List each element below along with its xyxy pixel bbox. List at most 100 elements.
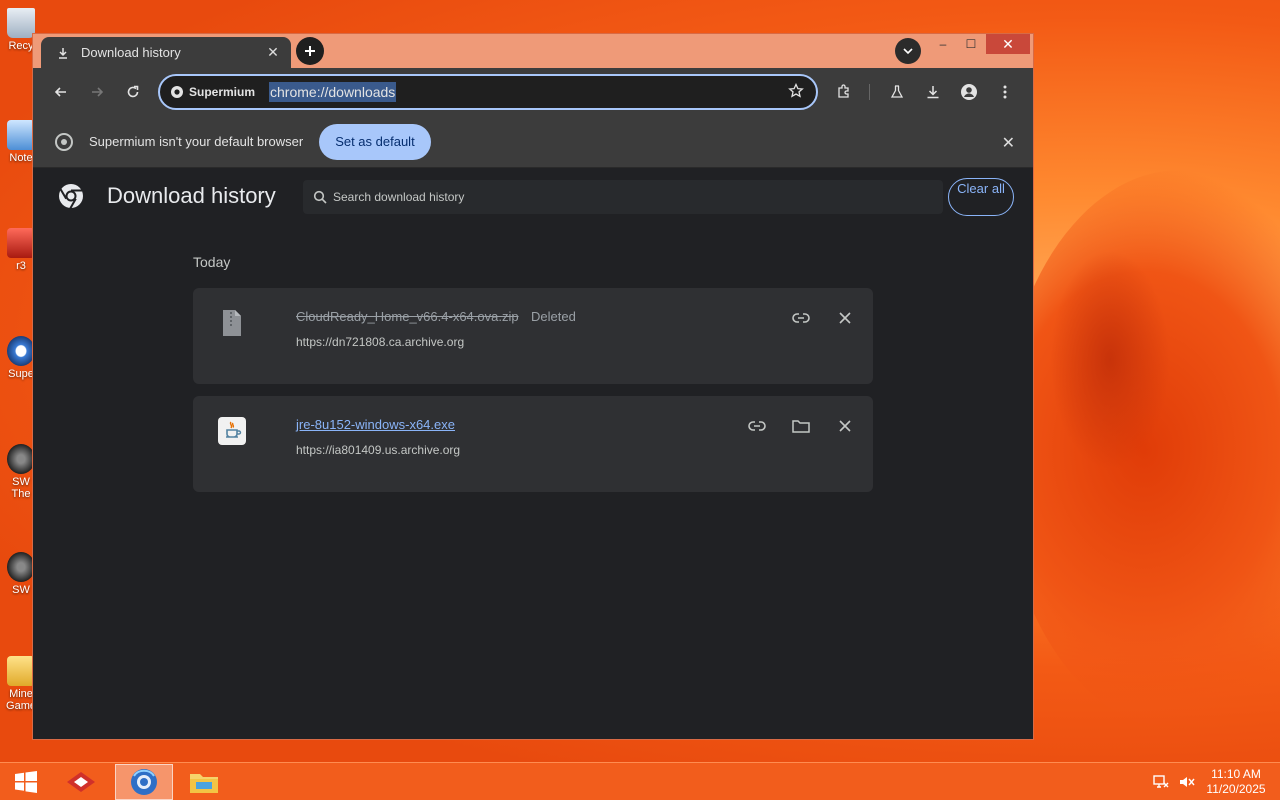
clock-time: 11:10 AM — [1211, 767, 1261, 781]
taskbar-app-file-explorer[interactable] — [178, 764, 230, 800]
remove-item-button[interactable] — [831, 304, 859, 332]
notepad-icon — [7, 120, 35, 150]
supermium-icon — [131, 769, 157, 795]
profile-icon — [961, 84, 977, 100]
download-icon — [927, 86, 939, 99]
downloads-button[interactable] — [919, 78, 947, 106]
new-tab-button[interactable] — [296, 37, 324, 65]
forward-button[interactable] — [83, 78, 111, 106]
reload-button[interactable] — [119, 78, 147, 106]
download-item: CloudReady_Home_v66.4-x64.ova.zip Delete… — [193, 288, 873, 384]
url-text[interactable]: chrome://downloads — [269, 82, 397, 102]
tab-download-history[interactable]: Download history ✕ — [41, 37, 291, 68]
back-button[interactable] — [47, 78, 75, 106]
puzzle-icon — [838, 84, 849, 98]
flask-icon — [890, 85, 904, 98]
desktop-icon-label: Supe — [8, 368, 34, 380]
taskbar-clock[interactable]: 11:10 AM 11/20/2025 — [1200, 767, 1272, 797]
supermium-logo-icon — [57, 182, 85, 215]
folder-icon — [190, 774, 218, 793]
profile-button[interactable] — [955, 78, 983, 106]
clock-date: 11/20/2025 — [1206, 782, 1266, 796]
page-title: Download history — [107, 183, 276, 208]
download-icon — [55, 45, 71, 61]
bookmark-star-icon[interactable] — [788, 82, 804, 104]
labs-button[interactable] — [883, 78, 911, 106]
taskbar-app-supermium[interactable] — [115, 764, 173, 800]
search-downloads-input[interactable]: Search download history — [303, 180, 943, 214]
desktop-icon-label: SW — [12, 584, 30, 596]
supermium-logo-icon — [55, 132, 73, 151]
taskbar: 11:10 AM 11/20/2025 — [0, 762, 1280, 800]
site-chip-label: Supermium — [189, 85, 256, 99]
infobar-close-icon[interactable]: ✕ — [1002, 133, 1015, 153]
tab-search-button[interactable] — [895, 38, 921, 64]
close-icon — [839, 312, 851, 324]
media-icon — [7, 228, 35, 258]
show-in-folder-button[interactable] — [787, 412, 815, 440]
downloads-page: Download history Search download history… — [33, 168, 1033, 739]
search-placeholder: Search download history — [333, 190, 465, 204]
reload-icon — [127, 85, 139, 98]
browser-toolbar: Supermium chrome://downloads — [33, 68, 1033, 116]
volume-tray-icon[interactable] — [1178, 763, 1196, 800]
clear-all-button[interactable]: Clear all — [948, 178, 1014, 216]
plus-icon — [305, 46, 315, 56]
taskbar-app-red[interactable] — [55, 764, 107, 800]
download-status: Deleted — [531, 309, 576, 324]
windows-logo-icon — [15, 771, 37, 793]
wallpaper-swirl-inner — [1050, 250, 1170, 470]
toolbar-divider — [869, 84, 870, 100]
extensions-button[interactable] — [830, 78, 858, 106]
folder-icon — [792, 420, 810, 433]
tab-title: Download history — [81, 45, 181, 60]
copy-link-button[interactable] — [787, 304, 815, 332]
download-filename: CloudReady_Home_v66.4-x64.ova.zip — [296, 309, 519, 324]
game-icon — [7, 444, 35, 474]
network-icon — [1153, 775, 1169, 788]
desktop-icon-label: Note — [9, 152, 33, 164]
download-item: jre-8u152-windows-x64.exe https://ia8014… — [193, 396, 873, 492]
arrow-right-icon — [92, 87, 104, 97]
download-source-url[interactable]: https://ia801409.us.archive.org — [296, 443, 460, 457]
start-button[interactable] — [0, 764, 52, 800]
tab-close-icon[interactable]: ✕ — [265, 44, 281, 61]
zip-file-icon — [215, 306, 249, 340]
search-icon — [313, 190, 327, 204]
set-as-default-button[interactable]: Set as default — [319, 123, 431, 160]
folder-icon — [7, 656, 35, 686]
network-tray-icon[interactable] — [1152, 763, 1170, 800]
browser-window: Download history ✕ – ☐ ✕ Supermium chrom… — [32, 33, 1034, 740]
tab-strip: Download history ✕ – ☐ ✕ — [33, 34, 1033, 68]
game-icon — [7, 552, 35, 582]
close-icon — [839, 420, 851, 432]
maximize-button[interactable]: ☐ — [958, 34, 984, 54]
downloads-header: Download history Search download history… — [33, 168, 1033, 224]
link-icon — [748, 421, 766, 431]
link-icon — [792, 313, 810, 323]
supermium-logo-icon — [171, 86, 183, 98]
infobar-message: Supermium isn't your default browser — [89, 134, 304, 149]
java-icon — [215, 414, 249, 448]
desktop-icon-label: Recy — [8, 40, 34, 52]
arrow-left-icon — [54, 87, 66, 97]
site-info-chip[interactable]: Supermium — [170, 85, 255, 99]
date-section-label: Today — [193, 254, 231, 270]
download-filename-link[interactable]: jre-8u152-windows-x64.exe — [296, 417, 455, 432]
menu-button[interactable] — [991, 78, 1019, 106]
minimize-button[interactable]: – — [930, 34, 956, 54]
desktop-icon-label: SW The — [11, 476, 31, 500]
desktop-icon-label: r3 — [16, 260, 26, 272]
app-icon — [67, 772, 95, 792]
address-bar[interactable]: Supermium chrome://downloads — [158, 74, 818, 110]
supermium-icon — [7, 336, 35, 366]
chevron-down-icon — [903, 48, 913, 55]
recycle-bin-icon — [7, 8, 35, 38]
download-source-url[interactable]: https://dn721808.ca.archive.org — [296, 335, 464, 349]
default-browser-infobar: Supermium isn't your default browser Set… — [33, 116, 1033, 168]
volume-muted-icon — [1180, 777, 1195, 787]
window-close-button[interactable]: ✕ — [986, 34, 1030, 54]
remove-item-button[interactable] — [831, 412, 859, 440]
copy-link-button[interactable] — [743, 412, 771, 440]
kebab-menu-icon — [1003, 85, 1007, 99]
